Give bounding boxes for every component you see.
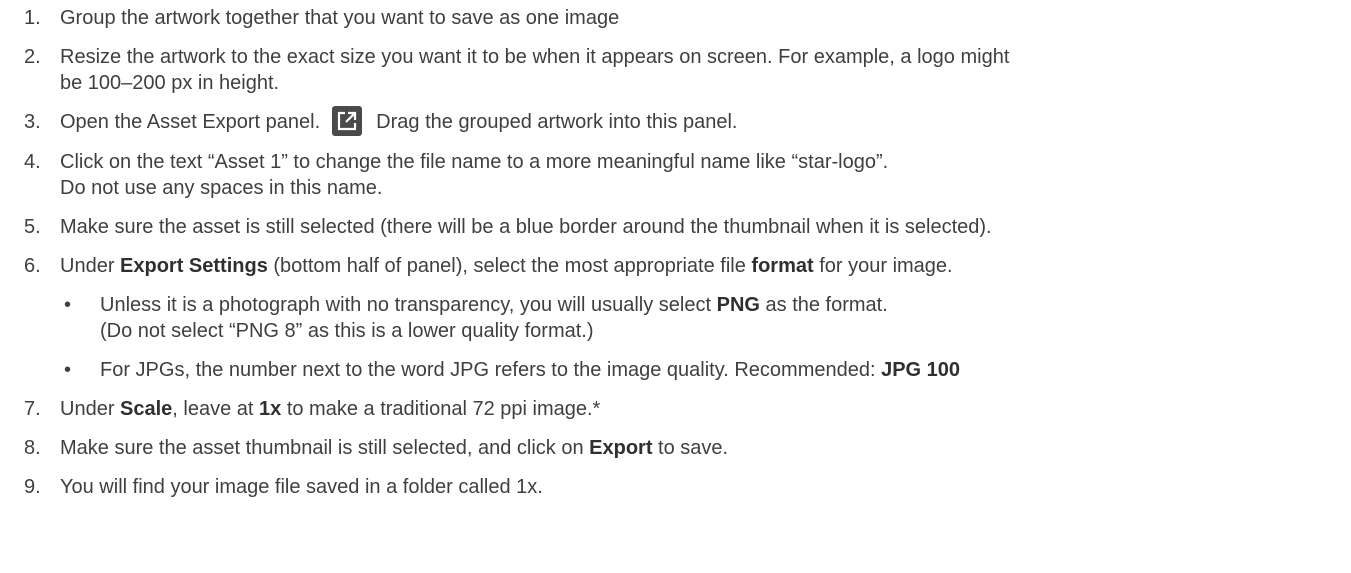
step-text-part: to save.	[652, 436, 729, 459]
step-7: 7. Under Scale, leave at 1x to make a tr…	[0, 396, 1300, 422]
step-text-part: for your image.	[813, 254, 953, 277]
jpg-100-term: JPG 100	[881, 358, 961, 381]
export-settings-term: Export Settings	[120, 254, 268, 277]
step-number: 5.	[24, 215, 41, 238]
step-text-line2: Do not use any spaces in this name.	[60, 176, 383, 199]
step-number: 9.	[24, 475, 41, 498]
1x-term: 1x	[259, 397, 282, 420]
step-5: 5. Make sure the asset is still selected…	[0, 214, 1300, 240]
step-2: 2. Resize the artwork to the exact size …	[0, 44, 1300, 96]
bullet-text-part: For JPGs, the number next to the word JP…	[100, 358, 882, 381]
step-number: 7.	[24, 397, 41, 420]
format-term: format	[751, 254, 814, 277]
png-term: PNG	[716, 293, 760, 316]
bullet-jpg: • For JPGs, the number next to the word …	[0, 357, 1300, 383]
step-text-part: , leave at	[172, 397, 260, 420]
bullet-dot: •	[64, 358, 72, 381]
step-4: 4. Click on the text “Asset 1” to change…	[0, 149, 1300, 201]
bullet-png: • Unless it is a photograph with no tran…	[0, 292, 1300, 344]
step-number: 1.	[24, 7, 41, 29]
step-text-line1: Resize the artwork to the exact size you…	[60, 46, 1010, 68]
bullet-dot: •	[64, 293, 72, 316]
step-9: 9. You will find your image file saved i…	[0, 474, 1300, 500]
instruction-list: 1. Group the artwork together that you w…	[0, 0, 1351, 573]
step-8: 8. Make sure the asset thumbnail is stil…	[0, 435, 1300, 461]
bullet-text-part: as the format.	[759, 293, 888, 316]
step-number: 2.	[24, 46, 41, 68]
export-term: Export	[589, 436, 653, 459]
step-text-part: (bottom half of panel), select the most …	[267, 254, 752, 277]
bullet-text-part: Unless it is a photograph with no transp…	[100, 293, 717, 316]
step-text: Make sure the asset is still selected (t…	[60, 215, 992, 238]
export-icon	[332, 105, 363, 136]
step-number: 4.	[24, 150, 41, 173]
step-3: 3. Open the Asset Export panel. Drag the…	[0, 105, 1300, 136]
step-text-part: Make sure the asset thumbnail is still s…	[60, 436, 590, 459]
step-text: Group the artwork together that you want…	[60, 7, 620, 29]
step-text-after-icon: Drag the grouped artwork into this panel…	[376, 111, 738, 133]
bullet-text-line2: (Do not select “PNG 8” as this is a lowe…	[100, 319, 594, 342]
step-text-line2: be 100–200 px in height.	[60, 72, 280, 94]
step-text: You will find your image file saved in a…	[60, 475, 543, 498]
step-text-part: Under	[60, 254, 121, 277]
step-number: 8.	[24, 436, 41, 459]
step-1: 1. Group the artwork together that you w…	[0, 5, 1300, 31]
step-text-part: Under	[60, 397, 121, 420]
step-text-line1: Click on the text “Asset 1” to change th…	[60, 150, 889, 173]
scale-term: Scale	[120, 397, 173, 420]
step-number: 3.	[24, 111, 41, 133]
step-text-part: to make a traditional 72 ppi image.*	[281, 397, 601, 420]
step-6: 6. Under Export Settings (bottom half of…	[0, 253, 1300, 279]
step-number: 6.	[24, 254, 41, 277]
step-text-before-icon: Open the Asset Export panel.	[60, 111, 321, 133]
